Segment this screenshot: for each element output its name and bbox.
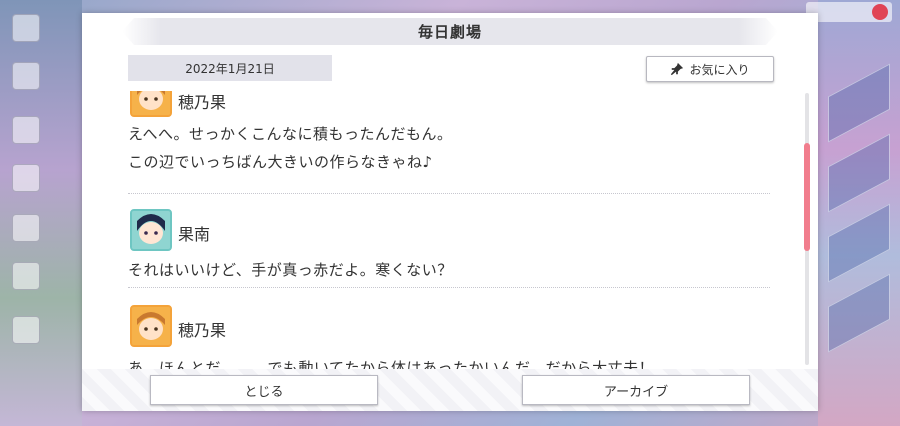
daily-theater-dialog: 毎日劇場 2022年1月21日 お気に入り 穂乃果 えへへ。せっかくこんなに積も… [82,13,818,411]
dialog-title: 毎日劇場 [417,23,482,41]
dialogue-feed[interactable]: 穂乃果 えへへ。せっかくこんなに積もったんだもん。 この辺でいっちばん大きいの作… [128,91,770,369]
close-button[interactable]: とじる [150,375,378,405]
date-label: 2022年1月21日 [128,55,332,81]
honoka-avatar-icon [130,305,172,347]
archive-button[interactable]: アーカイブ [522,375,750,405]
dialogue-line: あ、ほんとだ……。でも動いてたから体はあったかいんだ。だから大丈夫！ [128,359,655,369]
speaker-name: 果南 [178,225,211,244]
menu-tile [828,273,890,353]
chat-icon [12,62,40,90]
speaker-name: 穂乃果 [178,321,227,340]
dialog-title-bar: 毎日劇場 [122,18,778,45]
menu-tile [828,63,890,143]
favorite-button-label: お気に入り [689,62,750,77]
dialogue-line: それはいいけど、手が真っ赤だよ。寒くない？ [128,261,453,279]
entry-separator [128,193,770,194]
shop-icon [12,116,40,144]
entry-separator [128,287,770,288]
notification-badge-icon [872,4,888,20]
favorite-button[interactable]: お気に入り [646,56,774,82]
menu-icon [12,14,40,42]
background-right [806,0,900,426]
menu-tile [828,203,890,283]
trophy-icon [12,262,40,290]
dialogue-line: この辺でいっちばん大きいの作らなきゃね♪ [128,153,433,171]
monitor-icon [12,214,40,242]
pin-icon [671,62,684,76]
gift-icon [12,164,40,192]
menu-tile [828,133,890,213]
kanan-avatar-icon [130,209,172,251]
fullscreen-icon [12,316,40,344]
background-left [0,0,82,426]
speaker-name: 穂乃果 [178,93,227,112]
honoka-avatar-icon [130,91,172,117]
scrollbar-thumb[interactable] [804,143,810,251]
dialogue-line: えへへ。せっかくこんなに積もったんだもん。 [128,125,453,143]
